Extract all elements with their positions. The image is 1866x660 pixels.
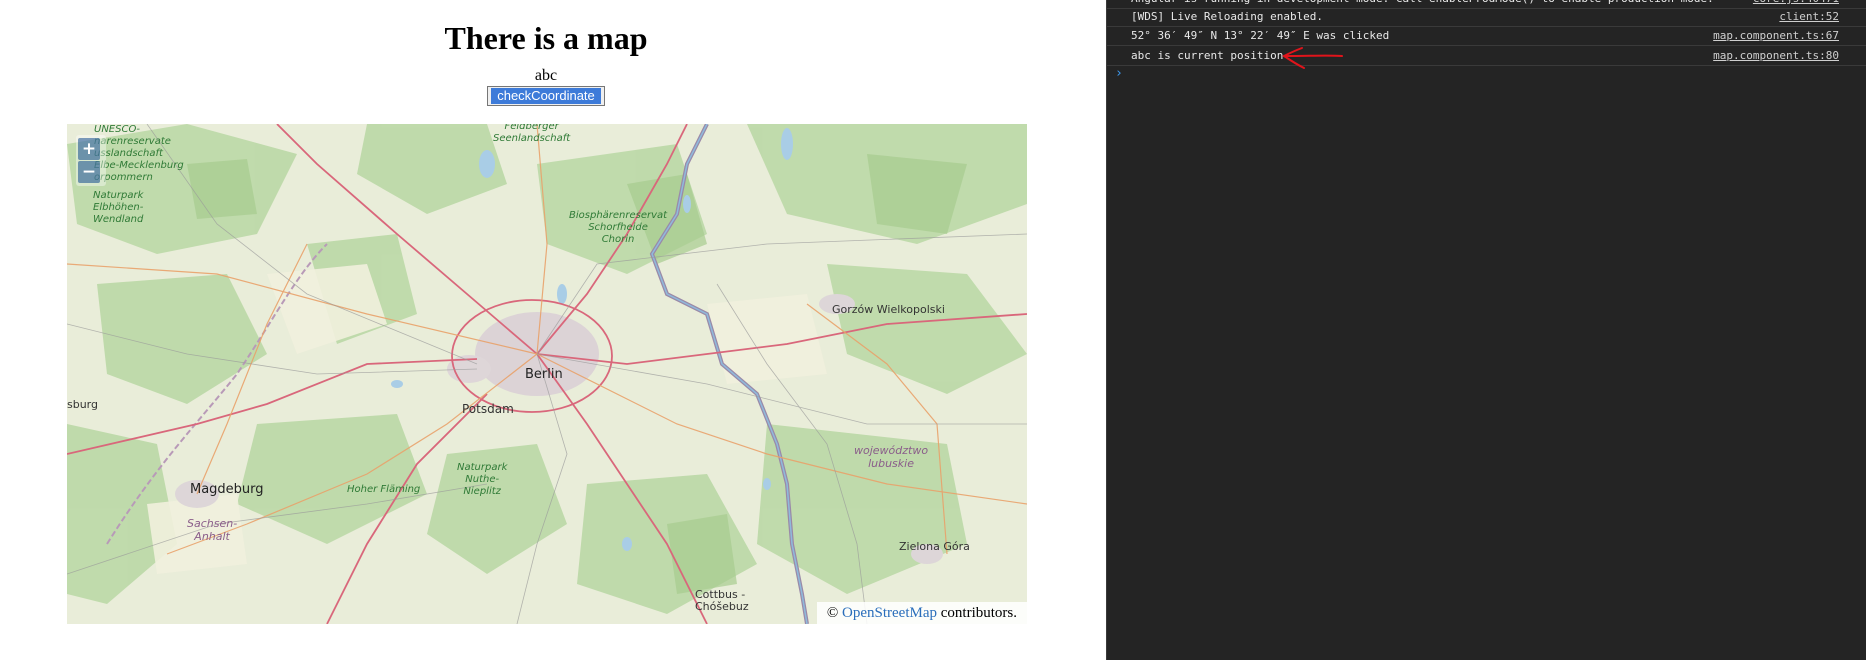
map-label-sburg: sburg <box>67 398 98 411</box>
console-message: 52° 36′ 49″ N 13° 22′ 49″ E was clicked <box>1131 29 1390 42</box>
console-source-link[interactable]: core.js:40471 <box>1753 0 1839 8</box>
map-label-schorfheide: Biosphärenreservat Schorfheide Chorin <box>569 210 668 245</box>
console-message: Angular is running in development mode. … <box>1131 0 1714 8</box>
app-pane: There is a map abc checkCoordinate Berli… <box>0 0 1106 660</box>
map-attribution: © OpenStreetMap contributors. <box>816 602 1027 624</box>
console-message: [WDS] Live Reloading enabled. <box>1131 10 1324 23</box>
check-coordinate-button-label: checkCoordinate <box>491 88 601 104</box>
map-label-lubuskie: województwo lubuskie <box>854 444 929 470</box>
map-label-magdeburg: Magdeburg <box>190 482 264 497</box>
console-source-link[interactable]: client:52 <box>1779 8 1839 26</box>
map-label-cottbus: Cottbus - Chóšebuz <box>695 588 749 613</box>
map-label-zielona-gora: Zielona Góra <box>899 540 970 553</box>
map-label-feldberger: Feldberger Seenlandschaft <box>493 124 571 144</box>
map-label-sachsen-anhalt: Sachsen- Anhalt <box>187 517 238 543</box>
check-coordinate-button[interactable]: checkCoordinate <box>487 86 605 106</box>
zoom-out-button[interactable]: − <box>78 161 100 183</box>
console-row: 52° 36′ 49″ N 13° 22′ 49″ E was clicked … <box>1107 27 1866 46</box>
console-prompt-icon[interactable]: › <box>1115 66 1123 81</box>
current-position-text: abc <box>534 67 558 84</box>
map-label-elbhoehen: Naturpark Elbhöhen- Wendland <box>93 190 144 225</box>
attribution-copyright: © <box>826 605 839 621</box>
zoom-control: + − <box>76 135 106 186</box>
map-label-nuthe-nieplitz: Naturpark Nuthe- Nieplitz <box>457 462 508 497</box>
map-label-gorzow: Gorzów Wielkopolski <box>832 303 945 316</box>
zoom-in-button[interactable]: + <box>78 138 100 160</box>
map-viewport[interactable]: Berlin Potsdam Magdeburg Gorzów Wielkopo… <box>67 124 1027 624</box>
map-label-berlin: Berlin <box>525 367 563 382</box>
openstreetmap-link[interactable]: OpenStreetMap <box>842 605 937 621</box>
red-arrow-annotation-icon <box>1282 47 1343 69</box>
console-source-link[interactable]: map.component.ts:67 <box>1713 27 1839 45</box>
console-row: [WDS] Live Reloading enabled. client:52 <box>1107 8 1866 27</box>
devtools-console: Angular is running in development mode. … <box>1106 0 1866 660</box>
map-label-unesco: UNESCO- narenreservate usslandschaft Elb… <box>94 124 184 183</box>
console-row: abc is current position map.component.ts… <box>1107 47 1866 66</box>
screenshot: There is a map abc checkCoordinate Berli… <box>0 0 1866 660</box>
console-message: abc is current position <box>1131 49 1284 62</box>
map-label-potsdam: Potsdam <box>462 402 514 416</box>
console-source-link[interactable]: map.component.ts:80 <box>1713 47 1839 65</box>
map-label-hoher-flaming: Hoher Fläming <box>347 484 421 495</box>
page-title: There is a map <box>444 20 648 56</box>
attribution-suffix: contributors. <box>940 605 1017 621</box>
